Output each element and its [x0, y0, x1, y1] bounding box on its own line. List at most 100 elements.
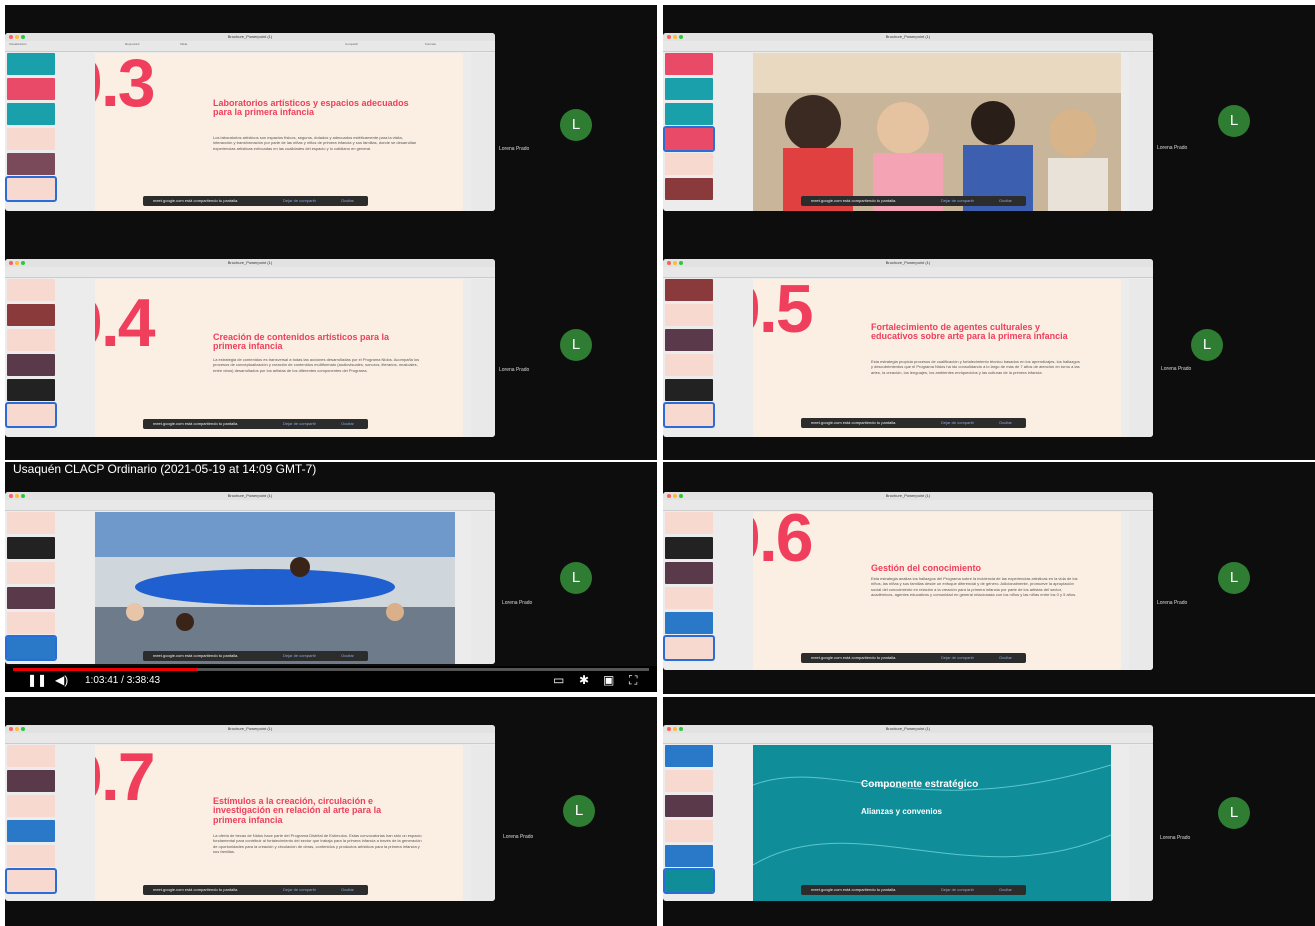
slide-navigator[interactable] [663, 512, 715, 670]
slide-thumb[interactable] [665, 612, 713, 634]
slide-thumb[interactable] [665, 329, 713, 351]
toolbar-play[interactable]: Reproducir [125, 42, 140, 46]
settings-icon[interactable]: ✱ [579, 673, 589, 687]
slide-navigator[interactable] [5, 745, 57, 901]
slide-thumb[interactable] [7, 153, 55, 175]
volume-icon[interactable]: ◀) [55, 673, 68, 687]
slide-thumb[interactable] [665, 279, 713, 301]
slide-navigator[interactable] [663, 745, 715, 901]
toolbar-table[interactable]: Tabla [180, 42, 187, 46]
slide-navigator[interactable] [5, 279, 57, 437]
slide-thumb[interactable] [7, 78, 55, 100]
hide-button[interactable]: Ocultar [341, 196, 354, 206]
slide-thumb[interactable] [7, 770, 55, 792]
toolbar [5, 733, 495, 744]
hide-button[interactable]: Ocultar [341, 419, 354, 429]
toolbar-share[interactable]: Compartir [345, 42, 358, 46]
slide-thumb[interactable] [665, 53, 713, 75]
slide-thumb[interactable] [7, 820, 55, 842]
window-title: Brochure_Powerpoint (1) [885, 493, 931, 498]
slide-thumb[interactable] [7, 512, 55, 534]
window-title: Brochure_Powerpoint (1) [885, 726, 931, 731]
stop-sharing-button[interactable]: Dejar de compartir [283, 419, 316, 429]
slide-navigator[interactable] [5, 53, 57, 211]
slide-navigator[interactable] [663, 53, 715, 211]
hide-button[interactable]: Ocultar [999, 418, 1012, 428]
meeting-tile-1: Brochure_Powerpoint (1) Visualización Re… [5, 5, 657, 235]
stop-sharing-button[interactable]: Dejar de compartir [283, 651, 316, 661]
toolbar-view[interactable]: Visualización [9, 42, 26, 46]
slide-thumb[interactable] [5, 635, 57, 661]
slide-thumb[interactable] [665, 178, 713, 200]
miniplayer-icon[interactable]: ▣ [603, 673, 614, 687]
slide-thumb[interactable] [663, 635, 715, 661]
slide-navigator[interactable] [5, 512, 57, 664]
slide-navigator[interactable] [663, 279, 715, 437]
slide-thumb[interactable] [7, 103, 55, 125]
slide-thumb[interactable] [665, 587, 713, 609]
slide-thumb[interactable] [665, 537, 713, 559]
slide-thumb[interactable] [7, 612, 55, 634]
stop-sharing-button[interactable]: Dejar de compartir [283, 196, 316, 206]
video-progress-bar[interactable] [13, 668, 649, 671]
pause-icon[interactable]: ❚❚ [27, 673, 47, 687]
slide-thumb[interactable] [665, 78, 713, 100]
slide-thumb[interactable] [665, 153, 713, 175]
hide-button[interactable]: Ocultar [341, 885, 354, 895]
slide-thumb[interactable] [665, 562, 713, 584]
slide-thumb[interactable] [665, 845, 713, 867]
toolbar-format[interactable]: Formato [425, 42, 436, 46]
slide-thumb[interactable] [663, 868, 715, 894]
stop-sharing-button[interactable]: Dejar de compartir [941, 885, 974, 895]
slide-thumb[interactable] [665, 820, 713, 842]
slide-thumb[interactable] [665, 379, 713, 401]
slide-thumb[interactable] [5, 176, 57, 202]
window-titlebar: Brochure_Powerpoint (1) [663, 33, 1153, 41]
participant-name: Lorena Prado [503, 834, 534, 840]
slide-thumb[interactable] [665, 354, 713, 376]
stop-sharing-button[interactable]: Dejar de compartir [941, 196, 974, 206]
hide-button[interactable]: Ocultar [999, 653, 1012, 663]
fullscreen-icon[interactable]: ⛶ [629, 673, 637, 688]
slide-thumb[interactable] [7, 587, 55, 609]
share-message: meet.google.com está compartiendo tu pan… [153, 887, 239, 892]
hide-button[interactable]: Ocultar [999, 885, 1012, 895]
keynote-window: Brochure_Powerpoint (1) 0.7 Estímulos a … [5, 725, 495, 901]
slide-thumb[interactable] [665, 512, 713, 534]
slide-thumb[interactable] [7, 795, 55, 817]
slide-thumb[interactable] [7, 128, 55, 150]
participant-name: Lorena Prado [502, 600, 533, 606]
slide-thumb[interactable] [7, 537, 55, 559]
slide-thumb[interactable] [663, 402, 715, 428]
slide-thumb[interactable] [5, 402, 57, 428]
slide-thumb[interactable] [7, 845, 55, 867]
slide-thumb[interactable] [665, 745, 713, 767]
slide-thumb[interactable] [665, 770, 713, 792]
hide-button[interactable]: Ocultar [341, 651, 354, 661]
stop-sharing-button[interactable]: Dejar de compartir [283, 885, 316, 895]
slide-thumb[interactable] [7, 745, 55, 767]
slide-thumb[interactable] [665, 304, 713, 326]
slide-thumb[interactable] [665, 103, 713, 125]
slide-thumb[interactable] [7, 53, 55, 75]
slide-thumb[interactable] [7, 279, 55, 301]
slide-thumb[interactable] [7, 379, 55, 401]
slide-thumb[interactable] [7, 562, 55, 584]
keynote-window: Brochure_Powerpoint (1) Componente estra… [663, 725, 1153, 901]
share-message: meet.google.com está compartiendo tu pan… [811, 420, 897, 425]
meeting-tile-3: Brochure_Powerpoint (1) 0.4 Creación de … [5, 235, 657, 460]
slide-thumb[interactable] [7, 329, 55, 351]
slide-thumb[interactable] [665, 795, 713, 817]
stop-sharing-button[interactable]: Dejar de compartir [941, 418, 974, 428]
slide-canvas: 0.6 Gestión del conocimiento Esta estrat… [753, 512, 1121, 670]
slide-thumb[interactable] [5, 868, 57, 894]
window-titlebar: Brochure_Powerpoint (1) [5, 725, 495, 733]
hide-button[interactable]: Ocultar [999, 196, 1012, 206]
stop-sharing-button[interactable]: Dejar de compartir [941, 653, 974, 663]
slide-thumb[interactable] [663, 126, 715, 152]
slide-thumb[interactable] [7, 354, 55, 376]
captions-icon[interactable]: ▭ [553, 673, 564, 687]
video-progress-fill [13, 668, 198, 671]
screen-share-bar: meet.google.com está compartiendo tu pan… [801, 418, 1026, 428]
slide-thumb[interactable] [7, 304, 55, 326]
